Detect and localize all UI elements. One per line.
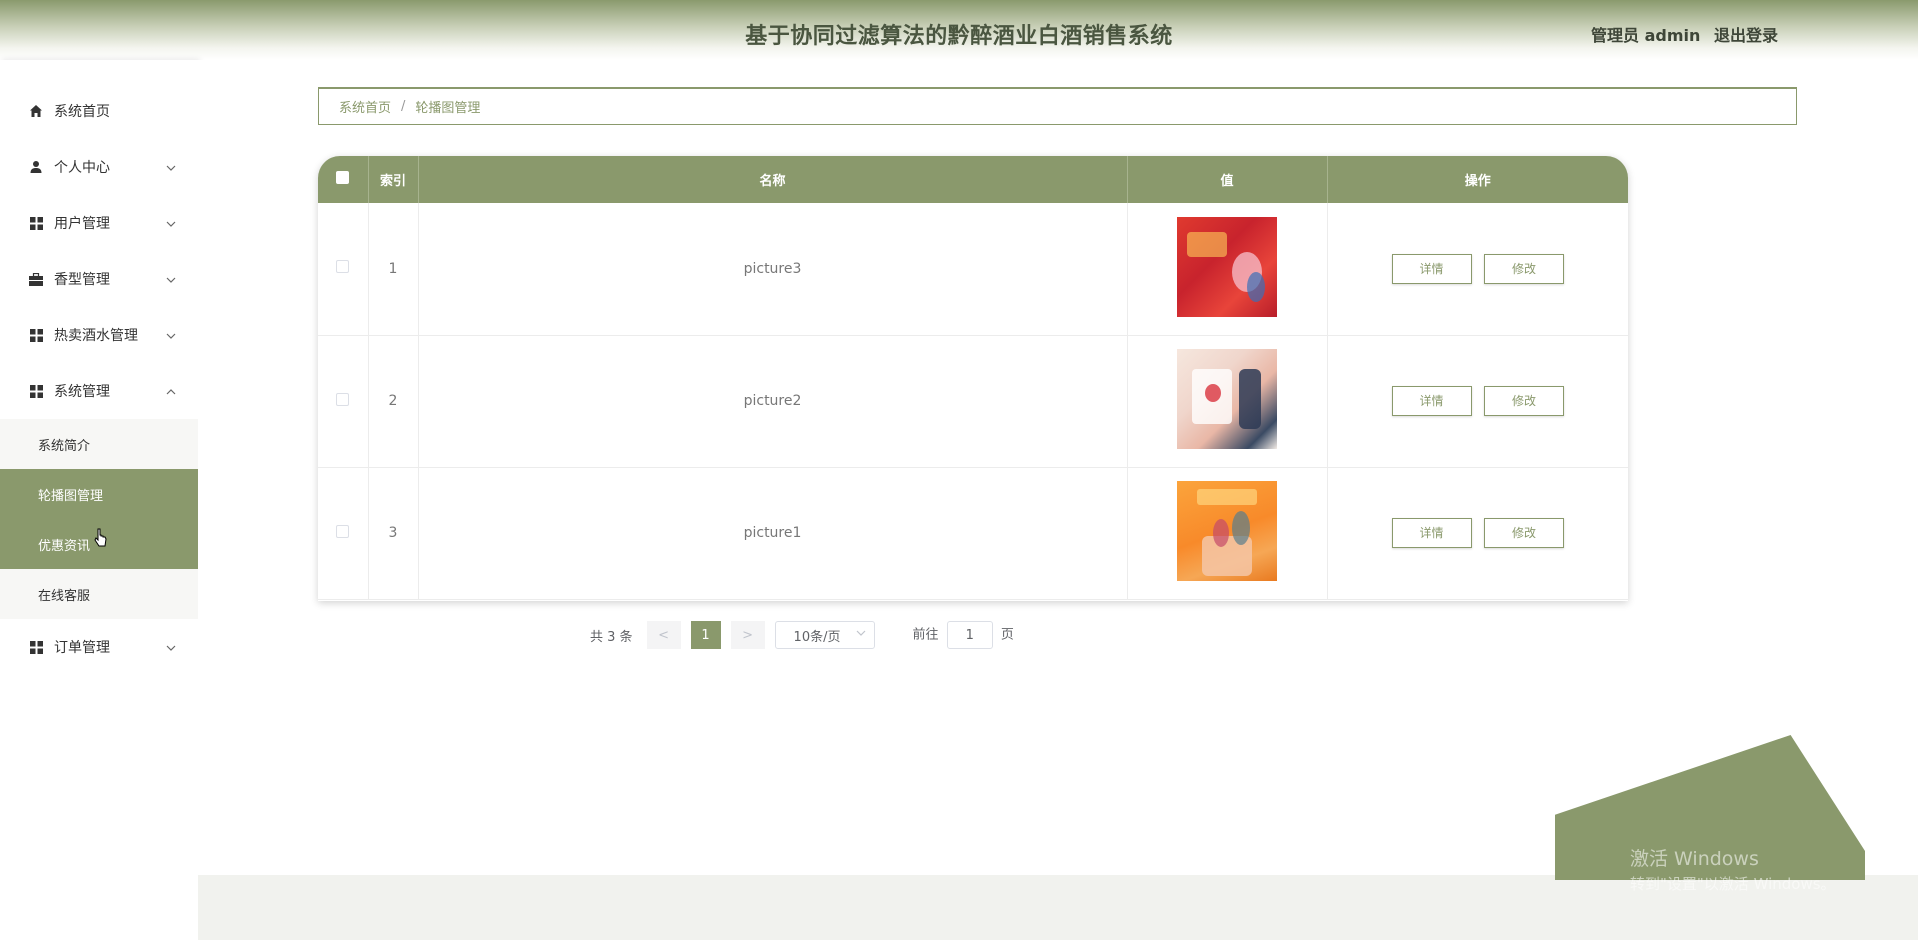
breadcrumb-separator: / [401, 99, 406, 114]
column-header-actions: 操作 [1464, 174, 1491, 189]
windows-activation-watermark: 激活 Windows 转到"设置"以激活 Windows。 [1630, 844, 1836, 894]
column-header-name: 名称 [418, 156, 1128, 203]
sidebar-subitem-support[interactable]: 在线客服 [0, 569, 198, 619]
grid-icon [28, 327, 44, 343]
next-page-button[interactable]: > [730, 621, 765, 649]
sidebar-item-orders[interactable]: 订单管理 [0, 619, 198, 675]
sidebar-item-home[interactable]: 系统首页 [0, 83, 198, 139]
sidebar-subitem-intro[interactable]: 系统简介 [0, 419, 198, 469]
home-icon [28, 103, 44, 119]
column-header-index: 索引 [368, 156, 419, 203]
sidebar-subitem-label: 轮播图管理 [38, 488, 104, 504]
page-number-1[interactable]: 1 [690, 621, 721, 649]
breadcrumb-current: 轮播图管理 [415, 101, 481, 116]
red-banner-image[interactable] [1177, 216, 1277, 317]
watermark-line1: 激活 Windows [1630, 848, 1759, 870]
sidebar-item-label: 个人中心 [54, 160, 110, 176]
sidebar-subitem-label: 优惠资讯 [38, 538, 91, 554]
edit-button[interactable]: 修改 [1483, 253, 1564, 284]
pagination-total: 共 3 条 [590, 629, 633, 645]
row-name: picture3 [418, 203, 1128, 335]
sidebar-item-fragrance[interactable]: 香型管理 [0, 251, 198, 307]
watermark-line2: 转到"设置"以激活 Windows。 [1630, 875, 1836, 893]
mouse-cursor-icon [94, 528, 108, 548]
system-submenu: 系统简介 轮播图管理 优惠资讯 在线客服 [0, 419, 198, 619]
sidebar-subitem-carousel[interactable]: 轮播图管理 [0, 469, 198, 519]
user-area: 管理员 admin 退出登录 [1583, 22, 1778, 46]
row-index: 2 [368, 335, 419, 467]
sidebar-item-hot-wine[interactable]: 热卖酒水管理 [0, 307, 198, 363]
table-row: 1 picture3 详情 修改 [318, 203, 1628, 335]
goto-page-input[interactable] [946, 621, 993, 649]
sidebar-item-label: 系统管理 [54, 384, 110, 400]
grid-icon [28, 215, 44, 231]
sidebar-item-users[interactable]: 用户管理 [0, 195, 198, 251]
sidebar-item-system[interactable]: 系统管理 [0, 363, 198, 419]
table-row: 3 picture1 详情 修改 [318, 467, 1628, 599]
sidebar-item-personal[interactable]: 个人中心 [0, 139, 198, 195]
chevron-down-icon [166, 329, 176, 342]
chevron-down-icon [166, 641, 176, 654]
select-all-checkbox[interactable] [336, 171, 350, 184]
row-index: 3 [368, 467, 419, 599]
row-index: 1 [368, 203, 419, 335]
carousel-table: 索引 名称 值 操作 1 picture3 详情 修改 2 picture2 详… [318, 156, 1628, 601]
table-header-row: 索引 名称 值 操作 [318, 156, 1628, 203]
page-size-select[interactable]: 10条/页 [774, 621, 875, 649]
grid-icon [28, 639, 44, 655]
sidebar-subitem-label: 系统简介 [38, 438, 91, 454]
chevron-down-icon [166, 273, 176, 286]
breadcrumb: 系统首页 / 轮播图管理 [318, 87, 1797, 125]
chevron-down-icon [166, 217, 176, 230]
column-header-value: 值 [1127, 156, 1328, 203]
prev-page-button[interactable]: < [646, 621, 681, 649]
select-all-header [318, 156, 369, 203]
sidebar-item-label: 用户管理 [54, 216, 110, 232]
user-icon [28, 159, 44, 175]
edit-button[interactable]: 修改 [1483, 518, 1564, 548]
sidebar-item-label: 热卖酒水管理 [54, 328, 138, 344]
row-checkbox[interactable] [336, 524, 350, 538]
row-checkbox[interactable] [336, 260, 350, 274]
detail-button[interactable]: 详情 [1391, 518, 1472, 548]
sidebar-item-label: 系统首页 [54, 104, 110, 120]
detail-button[interactable]: 详情 [1391, 386, 1472, 416]
goto-suffix: 页 [1000, 627, 1014, 643]
chevron-down-icon [166, 161, 176, 174]
row-name: picture2 [418, 335, 1128, 467]
sidebar-item-label: 香型管理 [54, 272, 110, 288]
goto-prefix: 前往 [912, 627, 939, 643]
chevron-down-icon [856, 628, 866, 639]
edit-button[interactable]: 修改 [1483, 386, 1564, 416]
page-jump: 前往 页 [913, 621, 1014, 649]
pagination: 共 3 条 < 1 > 10条/页 前往 页 [590, 621, 1014, 649]
sidebar: 系统首页 个人中心 用户管理 香型管理 热卖酒水管理 系统管理 系统简介 轮播图… [0, 60, 198, 940]
briefcase-icon [28, 271, 44, 287]
chevron-up-icon [166, 385, 176, 398]
row-checkbox[interactable] [336, 392, 350, 406]
breadcrumb-home[interactable]: 系统首页 [339, 97, 391, 116]
logout-link[interactable]: 退出登录 [1714, 26, 1778, 45]
table-row: 2 picture2 详情 修改 [318, 335, 1628, 467]
pink-banner-image[interactable] [1177, 349, 1277, 449]
user-role-label: 管理员 admin [1591, 26, 1701, 45]
sidebar-item-label: 订单管理 [54, 640, 110, 656]
sidebar-subitem-label: 在线客服 [38, 588, 91, 604]
row-name: picture1 [418, 467, 1128, 599]
grid-icon [28, 383, 44, 399]
detail-button[interactable]: 详情 [1391, 253, 1472, 284]
page-size-value: 10条/页 [793, 629, 841, 645]
orange-banner-image[interactable] [1177, 481, 1277, 581]
top-header: 基于协同过滤算法的黔醉酒业白酒销售系统 管理员 admin 退出登录 [0, 0, 1918, 60]
